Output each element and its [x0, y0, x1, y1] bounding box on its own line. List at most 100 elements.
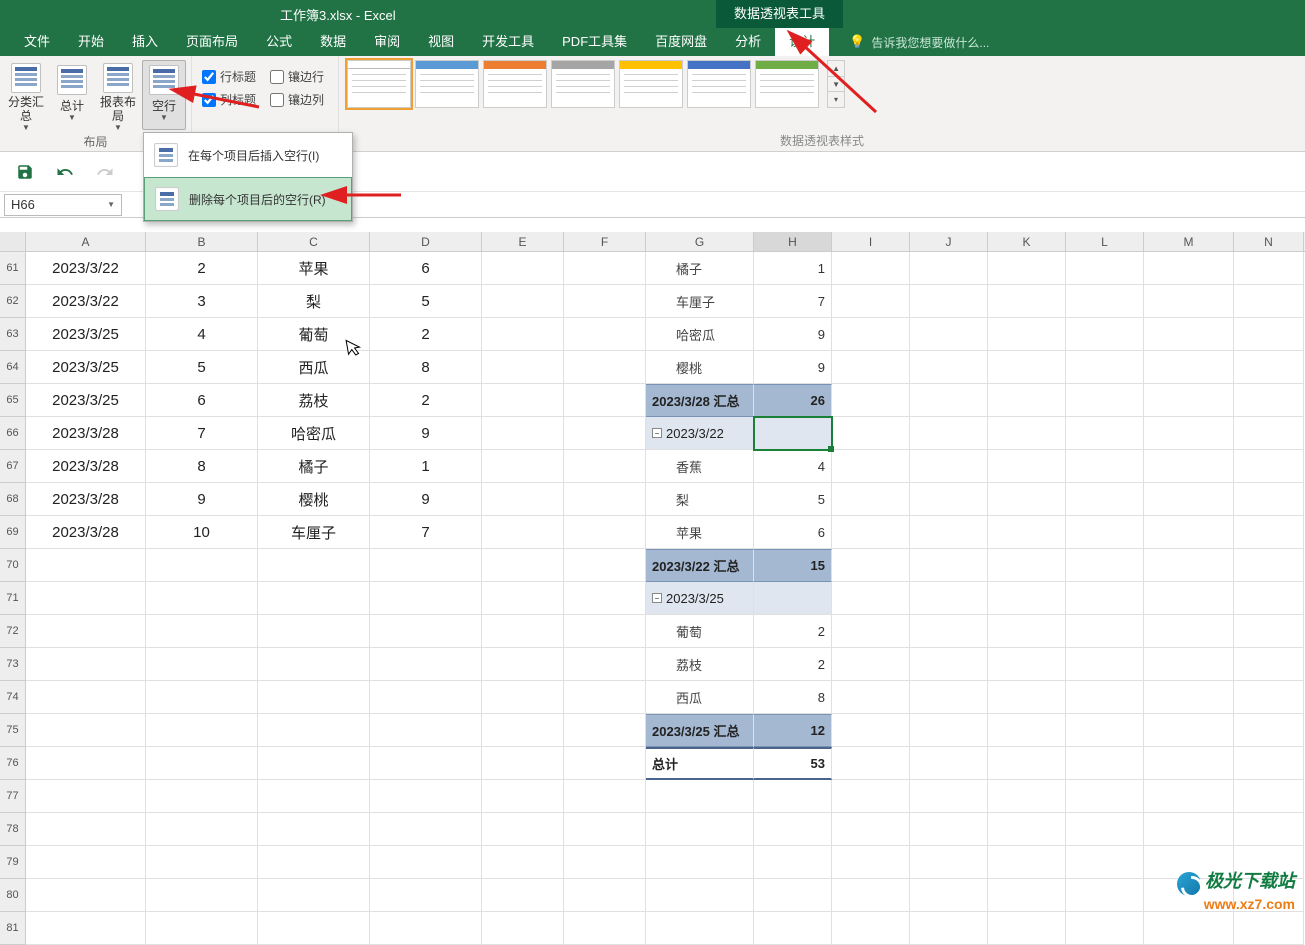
- cell[interactable]: −2023/3/22: [646, 417, 754, 450]
- cell[interactable]: [910, 450, 988, 483]
- cell[interactable]: [988, 714, 1066, 747]
- grand-total-button[interactable]: 总计 ▼: [50, 60, 94, 130]
- cell[interactable]: [564, 285, 646, 318]
- cell[interactable]: [988, 384, 1066, 417]
- tab-data[interactable]: 数据: [306, 28, 360, 56]
- cell[interactable]: [832, 879, 910, 912]
- cell[interactable]: 梨: [646, 483, 754, 516]
- cell[interactable]: [910, 351, 988, 384]
- cell[interactable]: 樱桃: [646, 351, 754, 384]
- cell[interactable]: 橘子: [646, 252, 754, 285]
- cell[interactable]: [258, 879, 370, 912]
- cell[interactable]: 橘子: [258, 450, 370, 483]
- cell[interactable]: [564, 648, 646, 681]
- cell[interactable]: 苹果: [258, 252, 370, 285]
- cell[interactable]: [832, 483, 910, 516]
- save-button[interactable]: [12, 159, 38, 185]
- row-header[interactable]: 74: [0, 681, 26, 714]
- cell[interactable]: [754, 813, 832, 846]
- undo-button[interactable]: [52, 159, 78, 185]
- cell[interactable]: [1234, 780, 1304, 813]
- column-header[interactable]: J: [910, 232, 988, 251]
- cell[interactable]: [370, 912, 482, 945]
- pivot-style-thumb[interactable]: [347, 60, 411, 108]
- cell[interactable]: 53: [754, 747, 832, 780]
- cell[interactable]: [1144, 681, 1234, 714]
- cell[interactable]: 5: [370, 285, 482, 318]
- cell[interactable]: [564, 549, 646, 582]
- cell[interactable]: 10: [146, 516, 258, 549]
- cell[interactable]: 樱桃: [258, 483, 370, 516]
- cell[interactable]: [26, 813, 146, 846]
- cell[interactable]: [988, 780, 1066, 813]
- cell[interactable]: [146, 582, 258, 615]
- cell[interactable]: 8: [754, 681, 832, 714]
- cell[interactable]: [988, 285, 1066, 318]
- cell[interactable]: [988, 450, 1066, 483]
- cell[interactable]: 6: [754, 516, 832, 549]
- collapse-icon[interactable]: −: [652, 593, 662, 603]
- cell[interactable]: [1144, 615, 1234, 648]
- cell[interactable]: [564, 615, 646, 648]
- cell[interactable]: [988, 516, 1066, 549]
- cell[interactable]: 12: [754, 714, 832, 747]
- cell[interactable]: [1234, 285, 1304, 318]
- cell[interactable]: [1066, 648, 1144, 681]
- cell[interactable]: 9: [754, 351, 832, 384]
- cell[interactable]: [26, 681, 146, 714]
- cell[interactable]: [832, 747, 910, 780]
- cell[interactable]: 哈密瓜: [646, 318, 754, 351]
- cell[interactable]: [258, 582, 370, 615]
- cell[interactable]: 荔枝: [258, 384, 370, 417]
- cell[interactable]: [832, 549, 910, 582]
- tab-insert[interactable]: 插入: [118, 28, 172, 56]
- cell[interactable]: [370, 813, 482, 846]
- cell[interactable]: [1144, 912, 1234, 945]
- row-header[interactable]: 68: [0, 483, 26, 516]
- tab-developer[interactable]: 开发工具: [468, 28, 548, 56]
- cell[interactable]: 2: [370, 318, 482, 351]
- cell[interactable]: [482, 846, 564, 879]
- cell[interactable]: 梨: [258, 285, 370, 318]
- cell[interactable]: [1144, 417, 1234, 450]
- spreadsheet-grid[interactable]: ABCDEFGHIJKLMN 612023/3/222苹果6橘子1622023/…: [0, 232, 1305, 920]
- cell[interactable]: [988, 648, 1066, 681]
- cell[interactable]: [1234, 912, 1304, 945]
- cell[interactable]: [988, 615, 1066, 648]
- row-header[interactable]: 78: [0, 813, 26, 846]
- row-header[interactable]: 75: [0, 714, 26, 747]
- cell[interactable]: [370, 681, 482, 714]
- cell[interactable]: 总计: [646, 747, 754, 780]
- cell[interactable]: [910, 582, 988, 615]
- cell[interactable]: [482, 483, 564, 516]
- cell[interactable]: [1144, 747, 1234, 780]
- row-header[interactable]: 63: [0, 318, 26, 351]
- cell[interactable]: [370, 714, 482, 747]
- cell[interactable]: [754, 912, 832, 945]
- pivot-style-thumb[interactable]: [687, 60, 751, 108]
- cell[interactable]: [1066, 417, 1144, 450]
- cell[interactable]: [832, 417, 910, 450]
- row-header[interactable]: 61: [0, 252, 26, 285]
- cell[interactable]: 2: [754, 615, 832, 648]
- cell[interactable]: [564, 252, 646, 285]
- cell[interactable]: [146, 681, 258, 714]
- cell[interactable]: [1234, 549, 1304, 582]
- cell[interactable]: [1234, 714, 1304, 747]
- cell[interactable]: [832, 450, 910, 483]
- cell[interactable]: 车厘子: [646, 285, 754, 318]
- menu-remove-blank-row[interactable]: 删除每个项目后的空行(R): [144, 177, 352, 221]
- cell[interactable]: [832, 615, 910, 648]
- cell[interactable]: 5: [754, 483, 832, 516]
- cell[interactable]: [564, 681, 646, 714]
- cell[interactable]: [26, 912, 146, 945]
- cell[interactable]: [482, 714, 564, 747]
- cell[interactable]: [1234, 813, 1304, 846]
- cell[interactable]: [754, 417, 832, 450]
- cell[interactable]: [832, 384, 910, 417]
- tab-file[interactable]: 文件: [10, 28, 64, 56]
- cell[interactable]: 26: [754, 384, 832, 417]
- row-header[interactable]: 76: [0, 747, 26, 780]
- cell[interactable]: [1144, 252, 1234, 285]
- cell[interactable]: [910, 549, 988, 582]
